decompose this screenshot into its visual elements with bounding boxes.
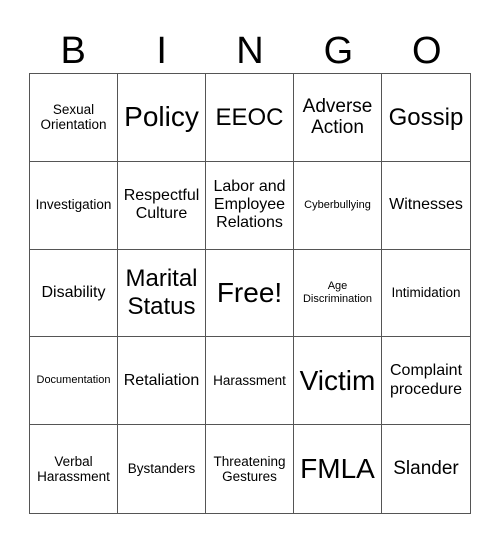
bingo-cell[interactable]: EEOC bbox=[206, 74, 294, 162]
bingo-cell[interactable]: Threatening Gestures bbox=[206, 425, 294, 513]
header-letter-b: B bbox=[60, 30, 86, 72]
bingo-cell[interactable]: Marital Status bbox=[118, 249, 206, 338]
header-letter-o: O bbox=[412, 30, 442, 72]
bingo-cell[interactable]: Bystanders bbox=[118, 425, 206, 513]
bingo-cell[interactable]: Documentation bbox=[30, 337, 118, 426]
bingo-cell[interactable]: Sexual Orientation bbox=[30, 74, 118, 162]
bingo-cell[interactable]: Policy bbox=[118, 74, 206, 162]
bingo-cell[interactable]: Adverse Action bbox=[294, 74, 382, 162]
bingo-cell[interactable]: Complaint procedure bbox=[382, 337, 470, 426]
bingo-header: B I N G O bbox=[29, 30, 471, 72]
bingo-cell[interactable]: Witnesses bbox=[382, 162, 470, 250]
bingo-cell[interactable]: Harassment bbox=[206, 337, 294, 426]
bingo-cell[interactable]: Retaliation bbox=[118, 337, 206, 426]
bingo-cell[interactable]: Gossip bbox=[382, 74, 470, 162]
bingo-cell[interactable]: Respectful Culture bbox=[118, 161, 206, 250]
bingo-cell[interactable]: Intimidation bbox=[382, 250, 470, 338]
bingo-cell[interactable]: Slander bbox=[382, 425, 470, 513]
bingo-grid: Sexual Orientation Policy EEOC Adverse Acti… bbox=[29, 73, 471, 514]
header-letter-g: G bbox=[323, 30, 354, 72]
bingo-cell[interactable]: Age Discrimination bbox=[294, 249, 382, 338]
header-letter-n: N bbox=[236, 30, 264, 72]
bingo-cell[interactable]: Cyberbullying bbox=[294, 161, 382, 250]
bingo-cell[interactable]: FMLA bbox=[294, 425, 382, 513]
bingo-cell[interactable]: Verbal Harassment bbox=[30, 425, 118, 513]
free-space-cell[interactable]: Free! bbox=[206, 249, 294, 338]
bingo-cell[interactable]: Victim bbox=[294, 337, 382, 426]
bingo-cell[interactable]: Labor and Employee Relations bbox=[206, 161, 294, 250]
header-letter-i: I bbox=[156, 30, 167, 72]
bingo-cell[interactable]: Investigation bbox=[30, 161, 118, 250]
bingo-cell[interactable]: Disability bbox=[30, 249, 118, 338]
